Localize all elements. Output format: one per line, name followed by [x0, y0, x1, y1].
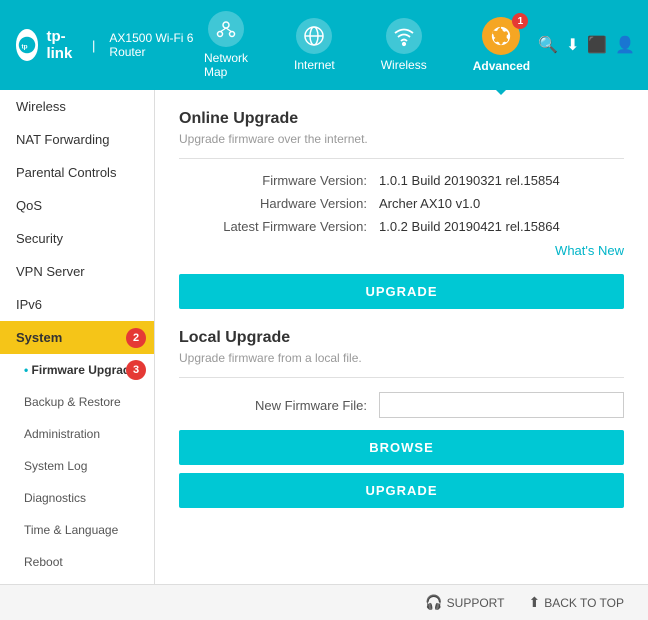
- back-to-top-link[interactable]: ⬆ BACK TO TOP: [528, 594, 624, 611]
- header: tp tp-link | AX1500 Wi-Fi 6 Router Netwo…: [0, 0, 648, 90]
- firmware-file-label: New Firmware File:: [179, 398, 379, 413]
- latest-firmware-value: 1.0.2 Build 20190421 rel.15864: [379, 219, 560, 234]
- svg-text:tp: tp: [22, 44, 28, 51]
- logo-divider: |: [92, 38, 95, 53]
- sidebar-item-backup-restore[interactable]: Backup & Restore: [0, 386, 154, 418]
- sidebar-item-vpn-server[interactable]: VPN Server: [0, 255, 154, 288]
- sidebar-item-qos[interactable]: QoS: [0, 189, 154, 222]
- local-upgrade-divider: [179, 377, 624, 378]
- online-upgrade-title: Online Upgrade: [179, 110, 624, 128]
- whats-new-row: What's New: [179, 242, 624, 260]
- logo-area: tp tp-link | AX1500 Wi-Fi 6 Router: [16, 28, 196, 62]
- nav-internet[interactable]: Internet: [286, 14, 343, 76]
- content-area: Online Upgrade Upgrade firmware over the…: [155, 90, 648, 584]
- back-to-top-icon: ⬆: [528, 594, 540, 611]
- footer: 🎧 SUPPORT ⬆ BACK TO TOP: [0, 584, 648, 620]
- sidebar-item-firmware-upgrade[interactable]: Firmware Upgrade 3: [0, 354, 154, 386]
- sidebar-item-reboot[interactable]: Reboot: [0, 546, 154, 578]
- nav-wireless[interactable]: Wireless: [373, 14, 435, 76]
- browse-button[interactable]: BROWSE: [179, 430, 624, 465]
- firmware-version-value: 1.0.1 Build 20190321 rel.15854: [379, 173, 560, 188]
- firmware-version-label: Firmware Version:: [179, 173, 379, 188]
- online-upgrade-divider: [179, 158, 624, 159]
- hardware-version-row: Hardware Version: Archer AX10 v1.0: [179, 196, 624, 211]
- header-icons: 🔍 ⬇ ⬛ 👤: [538, 35, 635, 55]
- nav-advanced-label: Advanced: [473, 59, 530, 73]
- advanced-badge: 1: [482, 17, 520, 55]
- sidebar-item-ipv6[interactable]: IPv6: [0, 288, 154, 321]
- latest-firmware-row: Latest Firmware Version: 1.0.2 Build 201…: [179, 219, 624, 234]
- local-upgrade-desc: Upgrade firmware from a local file.: [179, 351, 624, 365]
- sidebar-item-security[interactable]: Security: [0, 222, 154, 255]
- online-upgrade-section: Online Upgrade Upgrade firmware over the…: [179, 110, 624, 309]
- sidebar-item-time-language[interactable]: Time & Language: [0, 514, 154, 546]
- advanced-badge-num: 1: [512, 13, 528, 29]
- local-upgrade-button[interactable]: UPGRADE: [179, 473, 624, 508]
- download-icon[interactable]: ⬇: [566, 35, 579, 55]
- nav-internet-label: Internet: [294, 58, 335, 72]
- online-upgrade-desc: Upgrade firmware over the internet.: [179, 132, 624, 146]
- latest-firmware-label: Latest Firmware Version:: [179, 219, 379, 234]
- user-icon[interactable]: 👤: [615, 35, 635, 55]
- support-icon: 🎧: [425, 594, 442, 611]
- wireless-icon: [386, 18, 422, 54]
- sidebar-item-wireless[interactable]: Wireless: [0, 90, 154, 123]
- back-to-top-label: BACK TO TOP: [544, 596, 624, 610]
- header-nav: Network Map Internet: [196, 7, 538, 83]
- local-upgrade-title: Local Upgrade: [179, 329, 624, 347]
- display-icon[interactable]: ⬛: [587, 35, 607, 55]
- sidebar-item-nat-forwarding[interactable]: NAT Forwarding: [0, 123, 154, 156]
- firmware-version-row: Firmware Version: 1.0.1 Build 20190321 r…: [179, 173, 624, 188]
- sidebar-item-system-log[interactable]: System Log: [0, 450, 154, 482]
- firmware-file-input[interactable]: [379, 392, 624, 418]
- nav-network-map[interactable]: Network Map: [196, 7, 256, 83]
- main-layout: Wireless NAT Forwarding Parental Control…: [0, 90, 648, 584]
- online-upgrade-button[interactable]: UPGRADE: [179, 274, 624, 309]
- hardware-version-value: Archer AX10 v1.0: [379, 196, 480, 211]
- logo-icon: tp: [16, 29, 38, 61]
- internet-icon: [296, 18, 332, 54]
- sidebar-item-parental-controls[interactable]: Parental Controls: [0, 156, 154, 189]
- firmware-step-badge: 3: [126, 360, 146, 380]
- router-model: AX1500 Wi-Fi 6 Router: [109, 31, 196, 59]
- whats-new-link[interactable]: What's New: [555, 243, 624, 258]
- system-step-badge: 2: [126, 328, 146, 348]
- sidebar-item-diagnostics[interactable]: Diagnostics: [0, 482, 154, 514]
- logo-text: tp-link: [46, 28, 78, 62]
- sidebar-item-administration[interactable]: Administration: [0, 418, 154, 450]
- local-upgrade-section: Local Upgrade Upgrade firmware from a lo…: [179, 329, 624, 508]
- search-icon[interactable]: 🔍: [538, 35, 558, 55]
- support-label: SUPPORT: [447, 596, 505, 610]
- nav-wireless-label: Wireless: [381, 58, 427, 72]
- firmware-file-row: New Firmware File:: [179, 392, 624, 418]
- network-map-icon: [208, 11, 244, 47]
- nav-advanced[interactable]: 1 Advanced: [465, 13, 538, 77]
- nav-network-map-label: Network Map: [204, 51, 248, 79]
- sidebar-item-led-control[interactable]: LED Control: [0, 578, 154, 584]
- sidebar: Wireless NAT Forwarding Parental Control…: [0, 90, 155, 584]
- hardware-version-label: Hardware Version:: [179, 196, 379, 211]
- support-link[interactable]: 🎧 SUPPORT: [425, 594, 504, 611]
- sidebar-item-system[interactable]: System 2: [0, 321, 154, 354]
